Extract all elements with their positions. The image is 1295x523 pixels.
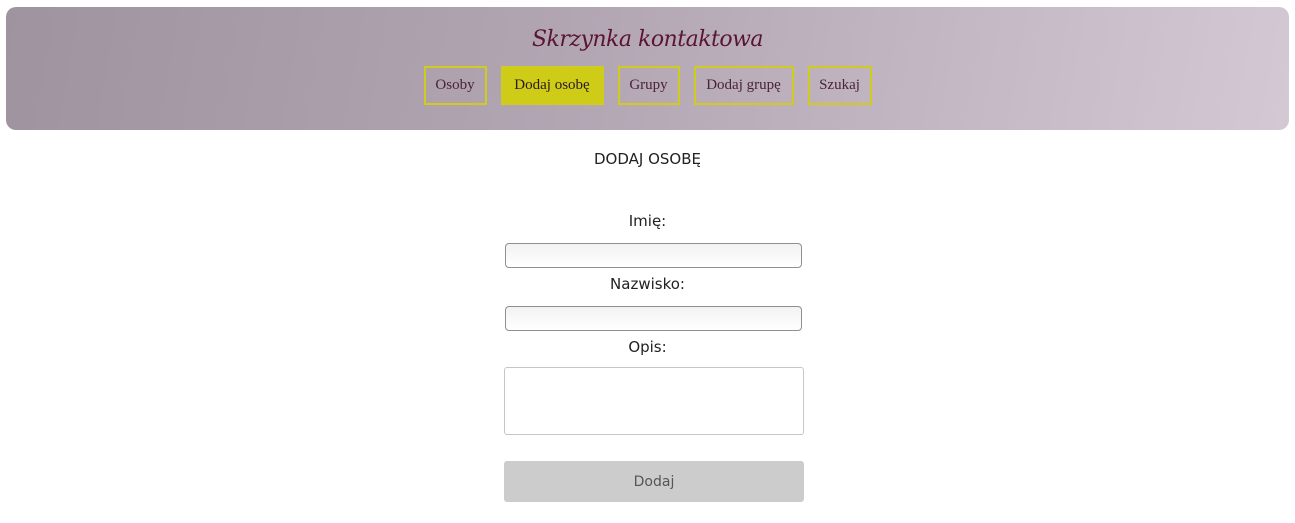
first-name-label: Imię:	[628, 212, 667, 230]
last-name-label: Nazwisko:	[610, 275, 685, 293]
description-textarea[interactable]	[504, 367, 804, 435]
last-name-input[interactable]	[505, 306, 802, 331]
nav-item-szukaj[interactable]: Szukaj	[807, 66, 872, 105]
site-title: Skrzynka kontaktowa	[531, 27, 764, 52]
nav-item-grupy[interactable]: Grupy	[617, 66, 680, 105]
description-label: Opis:	[628, 338, 667, 356]
site-header: Skrzynka kontaktowa Osoby Dodaj osobę Gr…	[6, 7, 1289, 130]
add-button[interactable]: Dodaj	[504, 461, 804, 502]
nav-item-osoby[interactable]: Osoby	[423, 66, 487, 105]
nav-item-dodaj-grupe[interactable]: Dodaj grupę	[693, 66, 794, 105]
first-name-input[interactable]	[505, 243, 802, 268]
nav-item-dodaj-osobe[interactable]: Dodaj osobę	[500, 66, 604, 105]
main-nav: Osoby Dodaj osobę Grupy Dodaj grupę Szuk…	[6, 66, 1289, 105]
page-title: DODAJ OSOBĘ	[594, 150, 701, 168]
